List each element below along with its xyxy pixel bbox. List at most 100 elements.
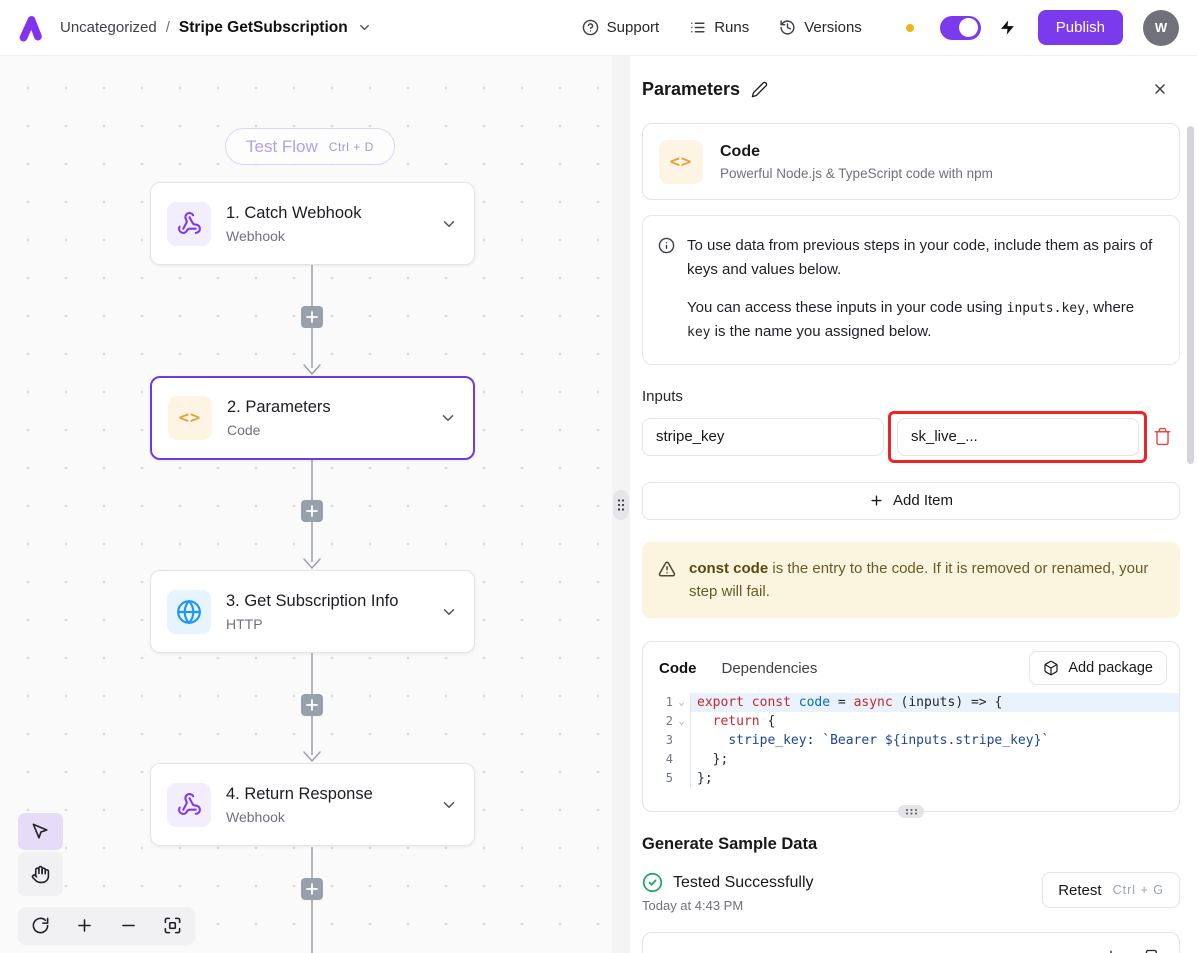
- pan-tool-button[interactable]: [18, 852, 63, 896]
- breadcrumb-category[interactable]: Uncategorized: [60, 19, 157, 36]
- canvas-zoom-toolbar: [18, 907, 195, 944]
- plus-icon: [75, 916, 94, 935]
- user-avatar[interactable]: W: [1143, 10, 1179, 46]
- test-status-row: Tested Successfully Today at 4:43 PM Ret…: [642, 872, 1180, 913]
- fit-view-icon: [163, 916, 182, 935]
- app-window: Uncategorized / Stripe GetSubscription S…: [0, 0, 1197, 953]
- publish-button[interactable]: Publish: [1038, 10, 1123, 45]
- runs-button[interactable]: Runs: [689, 19, 749, 36]
- flow-menu-chevron-down-icon[interactable]: [357, 20, 372, 35]
- flow-node-parameters[interactable]: <> 2. Parameters Code: [150, 376, 475, 460]
- code-editor[interactable]: 1⌄export const code = async (inputs) => …: [643, 690, 1179, 800]
- flow-node-catch-webhook[interactable]: 1. Catch Webhook Webhook: [150, 182, 475, 265]
- header-actions: Support Runs Versions Publish W: [582, 10, 1179, 46]
- webhook-icon: [167, 783, 211, 827]
- versions-label: Versions: [804, 19, 862, 36]
- test-flow-label: Test Flow: [246, 137, 318, 157]
- code-line[interactable]: 4 };: [643, 750, 1179, 769]
- grip-dots-icon: [905, 808, 918, 815]
- test-flow-button[interactable]: Test Flow Ctrl + D: [225, 128, 395, 165]
- code-line[interactable]: 3 stripe_key: `Bearer ${inputs.stripe_ke…: [643, 731, 1179, 750]
- add-package-label: Add package: [1068, 660, 1153, 676]
- select-tool-button[interactable]: [18, 813, 63, 850]
- test-timestamp: Today at 4:43 PM: [642, 898, 814, 913]
- download-output-button[interactable]: [1102, 949, 1120, 953]
- reset-zoom-button[interactable]: [22, 908, 58, 944]
- chevron-down-icon[interactable]: [440, 603, 458, 621]
- add-step-button[interactable]: [301, 694, 323, 716]
- flow-node-get-subscription-info[interactable]: 3. Get Subscription Info HTTP: [150, 570, 475, 653]
- runs-label: Runs: [714, 19, 749, 36]
- tab-code[interactable]: Code: [659, 660, 697, 677]
- download-icon: [1102, 949, 1120, 953]
- code-line[interactable]: 1⌄export const code = async (inputs) => …: [643, 693, 1179, 712]
- plus-icon: [869, 493, 884, 508]
- input-key-field[interactable]: [642, 418, 884, 456]
- refresh-icon: [31, 916, 50, 935]
- test-status-label: Tested Successfully: [673, 874, 814, 892]
- copy-icon: [1145, 949, 1163, 953]
- panel-resizer[interactable]: [612, 56, 630, 953]
- minus-icon: [119, 916, 138, 935]
- zoom-out-button[interactable]: [111, 908, 147, 944]
- add-step-button[interactable]: [301, 500, 323, 522]
- code-line[interactable]: 5};: [643, 769, 1179, 788]
- chevron-down-icon[interactable]: [440, 796, 458, 814]
- unsaved-status-dot: [906, 24, 914, 32]
- code-icon: <>: [168, 396, 212, 440]
- code-editor-card: Code Dependencies Add package 1⌄export c…: [642, 641, 1180, 812]
- inline-code: inputs.key: [1007, 301, 1085, 316]
- app-logo-icon: [16, 13, 46, 43]
- flow-connector: [300, 653, 324, 763]
- help-circle-icon: [582, 19, 599, 36]
- versions-button[interactable]: Versions: [779, 19, 862, 36]
- flow-title[interactable]: Stripe GetSubscription: [179, 19, 348, 37]
- cursor-pointer-icon: [31, 822, 50, 841]
- panel-scrollbar[interactable]: [1187, 126, 1194, 464]
- flow-enabled-toggle[interactable]: [940, 16, 981, 40]
- code-icon: <>: [659, 140, 703, 184]
- node-title: 1. Catch Webhook: [226, 204, 361, 223]
- webhook-icon: [167, 202, 211, 246]
- flow-connector: [300, 265, 324, 376]
- rename-step-button[interactable]: [751, 81, 768, 98]
- retest-shortcut: Ctrl + G: [1113, 883, 1164, 897]
- versions-history-icon: [779, 19, 796, 36]
- info-paragraph-1: To use data from previous steps in your …: [687, 234, 1159, 281]
- node-title: 4. Return Response: [226, 785, 373, 804]
- section-resize-handle[interactable]: [898, 805, 924, 818]
- node-title: 3. Get Subscription Info: [226, 592, 398, 611]
- delete-input-button[interactable]: [1146, 421, 1178, 453]
- add-step-button[interactable]: [301, 306, 323, 328]
- chevron-down-icon[interactable]: [440, 215, 458, 233]
- copy-output-button[interactable]: [1145, 949, 1163, 953]
- code-line[interactable]: 2⌄ return {: [643, 712, 1179, 731]
- flow-canvas[interactable]: Test Flow Ctrl + D 1. Catch Webhook Webh…: [0, 56, 612, 953]
- input-value-field[interactable]: [897, 418, 1139, 456]
- info-paragraph-2: You can access these inputs in your code…: [687, 296, 1159, 343]
- chevron-down-icon[interactable]: [439, 409, 457, 427]
- tab-dependencies[interactable]: Dependencies: [722, 660, 818, 677]
- breadcrumb-separator: /: [166, 19, 170, 36]
- step-type-card[interactable]: <> Code Powerful Node.js & TypeScript co…: [642, 123, 1180, 200]
- breadcrumb: Uncategorized / Stripe GetSubscription: [60, 19, 372, 37]
- add-item-button[interactable]: Add Item: [642, 482, 1180, 520]
- const-code-warning: const code is the entry to the code. If …: [642, 542, 1180, 619]
- add-package-button[interactable]: Add package: [1029, 651, 1167, 685]
- flow-node-return-response[interactable]: 4. Return Response Webhook: [150, 763, 475, 846]
- grip-dots-icon: [617, 498, 625, 512]
- retest-button[interactable]: Retest Ctrl + G: [1042, 872, 1180, 908]
- instant-run-bolt-icon[interactable]: [999, 19, 1016, 36]
- node-subtitle: Code: [227, 422, 331, 438]
- close-panel-button[interactable]: [1152, 81, 1168, 97]
- inputs-section-label: Inputs: [642, 388, 1180, 405]
- add-step-button[interactable]: [301, 878, 323, 900]
- support-button[interactable]: Support: [582, 19, 660, 36]
- panel-resize-handle[interactable]: [613, 490, 629, 520]
- warning-bold-text: const code: [689, 560, 768, 577]
- input-key-value-row: [642, 411, 1180, 463]
- fit-view-button[interactable]: [155, 908, 191, 944]
- step-settings-panel: Parameters <> Code Powerful Node.js & Ty…: [630, 56, 1197, 953]
- top-bar: Uncategorized / Stripe GetSubscription S…: [0, 0, 1197, 56]
- zoom-in-button[interactable]: [66, 908, 102, 944]
